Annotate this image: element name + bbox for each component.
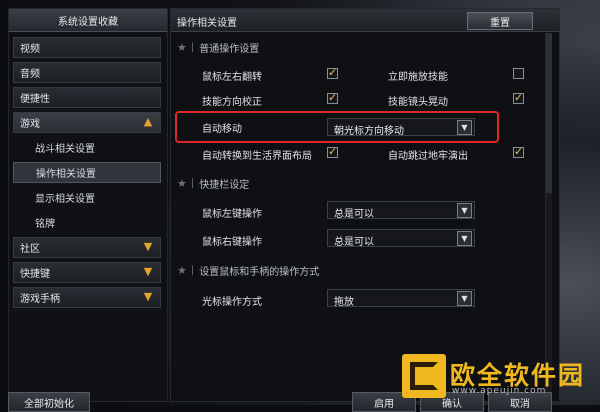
dropdown-value: 总是可以 — [334, 209, 374, 220]
sidebar-item-label: 便捷性 — [20, 94, 50, 105]
divider: | — [190, 41, 195, 53]
panel-title: 操作相关设置 — [177, 18, 237, 29]
sidebar-item-label: 音频 — [20, 69, 40, 80]
sidebar-item-label: 游戏 — [20, 119, 40, 130]
auto-move-dropdown[interactable]: 朝光标方向移动 ▼ — [327, 118, 475, 137]
option-label: 鼠标左键操作 — [202, 209, 262, 220]
chevron-down-icon: ▼ — [143, 265, 153, 278]
section-title: 普通操作设置 — [199, 43, 260, 55]
section-title: 快捷栏设定 — [199, 179, 250, 191]
sidebar-item-video[interactable]: 视频 — [13, 37, 161, 58]
scrollbar[interactable] — [545, 33, 552, 399]
sidebar-item-game[interactable]: 游戏 ▲ — [13, 112, 161, 133]
panel-header: 操作相关设置 重置 — [171, 9, 559, 32]
option-label: 鼠标左右翻转 — [202, 72, 262, 83]
sidebar-item-community[interactable]: 社区 ▼ — [13, 237, 161, 258]
sidebar-item-label: 战斗相关设置 — [35, 144, 95, 155]
watermark-url: www.apeujin.com — [452, 386, 547, 396]
sidebar-item-label: 操作相关设置 — [36, 169, 96, 180]
sidebar-item-convenience[interactable]: 便捷性 — [13, 87, 161, 108]
option-label: 技能方向校正 — [202, 97, 262, 108]
sidebar-subitem-controls[interactable]: 操作相关设置 — [13, 162, 161, 183]
option-label: 技能镜头晃动 — [388, 97, 448, 108]
instant-skill-checkbox[interactable] — [513, 68, 524, 79]
skip-dungeon-checkbox[interactable] — [513, 145, 524, 158]
sidebar-subitem-display[interactable]: 显示相关设置 — [13, 187, 161, 208]
sidebar-item-hotkeys[interactable]: 快捷键 ▼ — [13, 262, 161, 283]
dropdown-value: 拖放 — [334, 297, 354, 308]
star-icon: ★ — [177, 40, 187, 54]
sidebar-item-gamepad[interactable]: 游戏手柄 ▼ — [13, 287, 161, 308]
sidebar-item-label: 社区 — [20, 244, 40, 255]
scrollbar-thumb[interactable] — [546, 33, 552, 193]
sidebar-item-label: 铭牌 — [35, 219, 55, 230]
option-label: 鼠标右键操作 — [202, 237, 262, 248]
section-general: ★ | 普通操作设置 — [177, 39, 259, 55]
skill-direction-checkbox[interactable] — [327, 91, 338, 104]
chevron-down-icon[interactable]: ▼ — [457, 203, 472, 218]
option-label: 光标操作方式 — [202, 297, 262, 308]
watermark-logo-icon — [402, 354, 446, 398]
star-icon: ★ — [177, 263, 187, 277]
divider: | — [190, 264, 195, 276]
chevron-down-icon: ▼ — [143, 240, 153, 253]
section-title: 设置鼠标和手柄的操作方式 — [199, 266, 320, 278]
sidebar-subitem-combat[interactable]: 战斗相关设置 — [13, 137, 161, 158]
cursor-mode-dropdown[interactable]: 拖放 ▼ — [327, 289, 475, 308]
settings-panel: 操作相关设置 重置 ★ | 普通操作设置 鼠标左右翻转 立即施放技能 技能方向校… — [170, 8, 560, 402]
option-label: 自动移动 — [202, 124, 242, 135]
mouse-swap-checkbox[interactable] — [327, 66, 338, 79]
sidebar-item-label: 视频 — [20, 44, 40, 55]
chevron-down-icon: ▼ — [143, 290, 153, 303]
option-label: 立即施放技能 — [388, 72, 448, 83]
settings-sidebar: 系统设置收藏 视频 音频 便捷性 游戏 ▲ 战斗相关设置 操作相关设置 显示相关… — [8, 8, 168, 402]
sidebar-item-label: 游戏手柄 — [20, 294, 60, 305]
dropdown-value: 总是可以 — [334, 237, 374, 248]
reset-button[interactable]: 重置 — [467, 12, 533, 30]
section-mouse-gamepad: ★ | 设置鼠标和手柄的操作方式 — [177, 262, 319, 278]
reset-all-button[interactable]: 全部初始化 — [8, 392, 90, 412]
life-layout-checkbox[interactable] — [327, 145, 338, 158]
watermark: 欧全软件园 www.apeujin.com — [400, 350, 596, 402]
chevron-down-icon[interactable]: ▼ — [457, 231, 472, 246]
option-label: 自动跳过地牢演出 — [388, 151, 468, 162]
skill-shake-checkbox[interactable] — [513, 91, 524, 104]
left-click-dropdown[interactable]: 总是可以 ▼ — [327, 201, 475, 220]
sidebar-item-label: 快捷键 — [20, 269, 50, 280]
sidebar-item-label: 显示相关设置 — [35, 194, 95, 205]
option-label: 自动转换到生活界面布局 — [202, 151, 312, 162]
star-icon: ★ — [177, 176, 187, 190]
chevron-down-icon[interactable]: ▼ — [457, 291, 472, 306]
section-quickbar: ★ | 快捷栏设定 — [177, 175, 249, 191]
dropdown-value: 朝光标方向移动 — [334, 126, 404, 137]
sidebar-title: 系统设置收藏 — [9, 9, 167, 32]
chevron-up-icon: ▲ — [143, 115, 153, 128]
sidebar-subitem-nameplate[interactable]: 铭牌 — [13, 212, 161, 233]
sidebar-item-audio[interactable]: 音频 — [13, 62, 161, 83]
divider: | — [190, 177, 195, 189]
right-click-dropdown[interactable]: 总是可以 ▼ — [327, 229, 475, 248]
chevron-down-icon[interactable]: ▼ — [457, 120, 472, 135]
